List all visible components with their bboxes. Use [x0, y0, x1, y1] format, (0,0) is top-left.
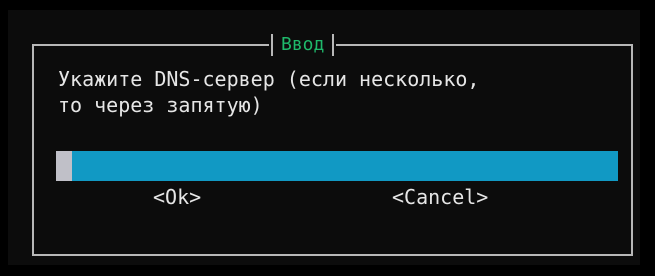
ok-button[interactable]: <Ok> [153, 184, 201, 210]
dialog-title-bar: Ввод [269, 34, 337, 56]
dialog-title: Ввод [281, 34, 325, 55]
terminal-screen: Ввод Укажите DNS-сервер (если несколько,… [0, 0, 655, 276]
dialog-prompt: Укажите DNS-сервер (если несколько, то ч… [58, 67, 480, 117]
cancel-button[interactable]: <Cancel> [392, 184, 488, 210]
text-cursor [56, 151, 72, 181]
dns-server-input[interactable] [56, 151, 618, 181]
frame-tee-right [332, 34, 335, 56]
